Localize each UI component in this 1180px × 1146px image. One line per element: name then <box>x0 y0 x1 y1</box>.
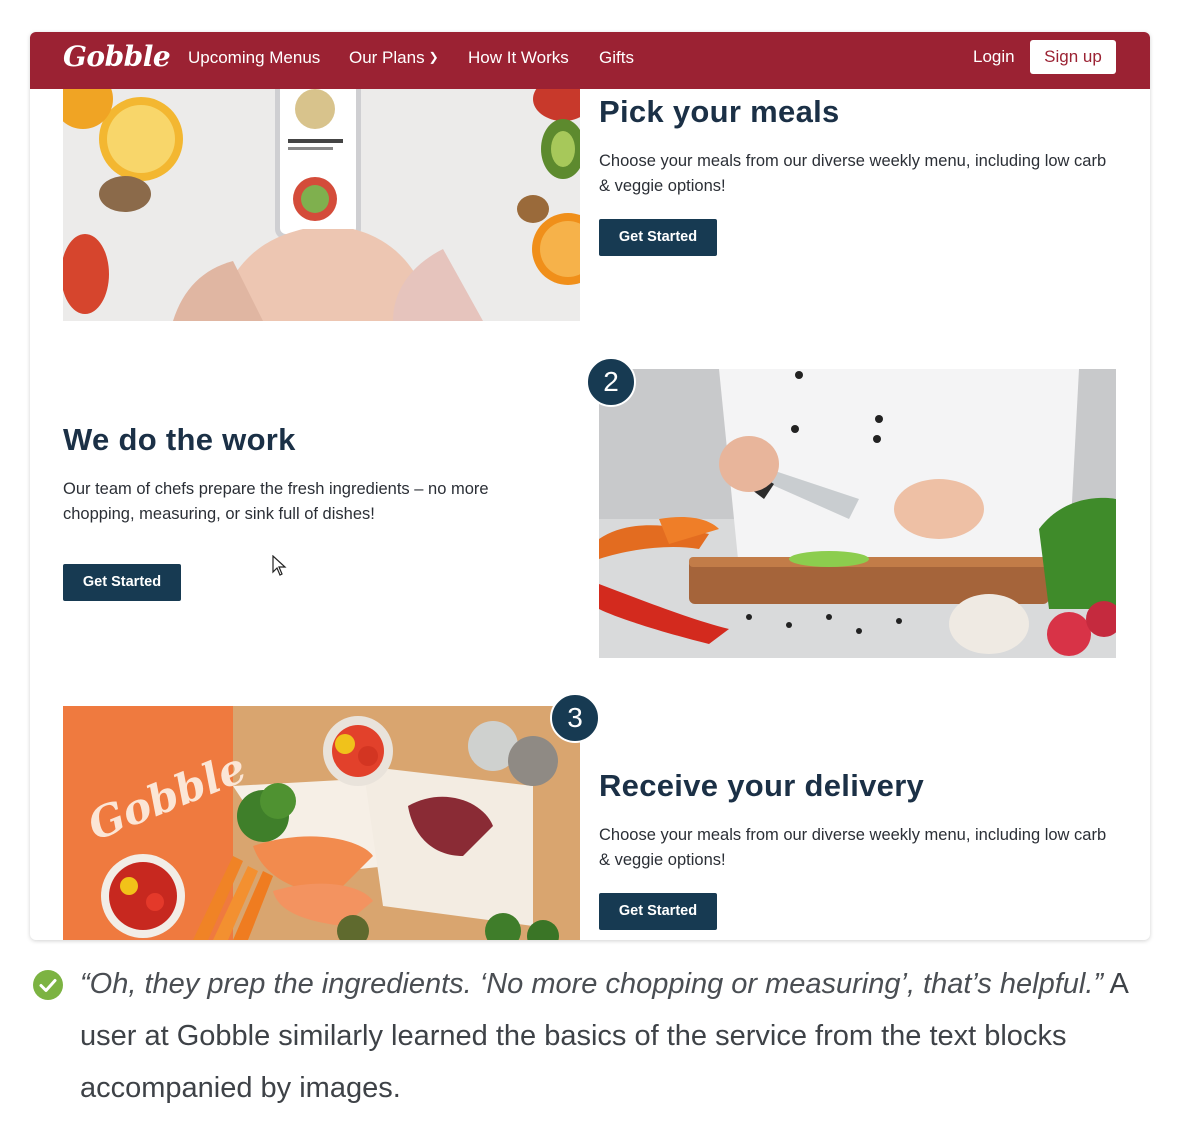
section-text-we-do-work: Our team of chefs prepare the fresh ingr… <box>63 480 489 523</box>
section-title-we-do-work: We do the work <box>63 422 296 457</box>
signup-button[interactable]: Sign up <box>1030 40 1116 74</box>
login-link[interactable]: Login <box>973 47 1015 67</box>
nav-our-plans[interactable]: Our Plans ❯ <box>349 48 439 68</box>
section-text-receive-delivery: Choose your meals from our diverse weekl… <box>599 826 1107 869</box>
get-started-button-1[interactable]: Get Started <box>599 219 717 256</box>
nav-gifts[interactable]: Gifts <box>599 48 634 68</box>
get-started-button-2[interactable]: Get Started <box>63 564 181 601</box>
caption: “Oh, they prep the ingredients. ‘No more… <box>80 958 1160 1114</box>
nav-how-it-works[interactable]: How It Works <box>468 48 569 68</box>
caption-quote: “Oh, they prep the ingredients. ‘No more… <box>80 968 1104 1000</box>
section-title-receive-delivery: Receive your delivery <box>599 768 925 803</box>
check-circle-icon <box>33 970 63 1000</box>
photo-delivery-ingredients: Gobble <box>63 706 580 940</box>
section-text-pick-meals: Choose your meals from our diverse weekl… <box>599 152 1107 195</box>
section-title-pick-meals: Pick your meals <box>599 94 840 129</box>
top-nav: Gobble Upcoming Menus Our Plans ❯ How It … <box>30 32 1150 89</box>
website-screenshot: Gobble Upcoming Menus Our Plans ❯ How It … <box>30 32 1150 940</box>
step-badge-3: 3 <box>550 693 600 743</box>
step-badge-2: 2 <box>586 357 636 407</box>
photo-chef-chopping <box>599 369 1116 658</box>
chevron-down-icon: ❯ <box>428 50 439 64</box>
nav-our-plans-label: Our Plans <box>349 48 425 67</box>
cursor-icon <box>272 555 287 576</box>
logo[interactable]: Gobble <box>63 40 171 73</box>
get-started-button-3[interactable]: Get Started <box>599 893 717 930</box>
nav-upcoming-menus[interactable]: Upcoming Menus <box>188 48 320 68</box>
photo-phone-menu <box>63 89 580 321</box>
